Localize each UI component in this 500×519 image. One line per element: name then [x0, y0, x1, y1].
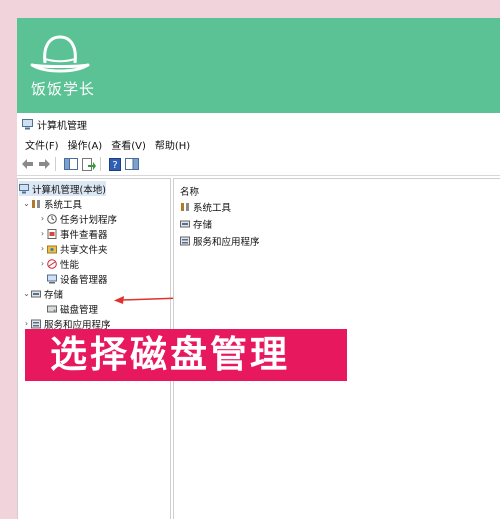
tree-label: 计算机管理(本地) [32, 184, 106, 196]
list-item[interactable]: 服务和应用程序 [180, 234, 260, 248]
svg-text:?: ? [112, 160, 117, 171]
tools-icon [181, 203, 189, 211]
disk-icon [47, 305, 57, 312]
computer-icon [19, 183, 29, 193]
performance-icon [47, 258, 57, 269]
tree-item-root[interactable]: 计算机管理(本地) [19, 181, 106, 196]
toolbar-separator [55, 157, 56, 171]
tree-item-performance[interactable]: › 性能 [38, 256, 79, 271]
chevron-right-icon[interactable]: › [38, 259, 47, 268]
chevron-right-icon[interactable]: › [38, 229, 47, 238]
back-arrow-icon[interactable] [21, 158, 34, 170]
services-icon [180, 236, 190, 246]
help-icon[interactable]: ? [109, 157, 121, 171]
chevron-right-icon[interactable]: › [38, 214, 47, 223]
chevron-down-icon[interactable]: ⌄ [22, 289, 31, 298]
hat-logo-icon [30, 35, 90, 73]
storage-icon [180, 220, 190, 228]
device-manager-icon [47, 274, 57, 283]
brand-banner: 饭饭学长 [17, 18, 500, 113]
tree-label: 磁盘管理 [60, 304, 99, 316]
menu-view[interactable]: 查看(V) [111, 137, 146, 152]
chevron-down-icon[interactable]: ⌄ [22, 199, 31, 208]
tree-item-disk-management[interactable]: 磁盘管理 [47, 301, 98, 316]
tools-icon [32, 199, 40, 208]
chevron-right-icon[interactable]: › [38, 244, 47, 253]
window-titlebar: 计算机管理 [17, 113, 500, 135]
callout-banner: 选择磁盘管理 [25, 329, 347, 381]
tree-label: 共享文件夹 [60, 244, 108, 256]
event-viewer-icon [47, 228, 57, 239]
services-icon [31, 319, 41, 328]
tree-label: 设备管理器 [60, 274, 108, 286]
tree-item-storage[interactable]: ⌄ 存储 [22, 286, 63, 301]
shared-folder-icon [47, 245, 57, 253]
panel-icon[interactable] [125, 158, 139, 170]
tree-item-task-scheduler[interactable]: › 任务计划程序 [38, 211, 117, 226]
clock-icon [47, 213, 57, 224]
column-header-name[interactable]: 名称 [180, 184, 199, 198]
toolbar: ? [17, 153, 500, 176]
menu-bar: 文件(F) 操作(A) 查看(V) 帮助(H) [17, 135, 500, 153]
computer-management-icon [22, 118, 33, 129]
tree-item-event-viewer[interactable]: › 事件查看器 [38, 226, 108, 241]
tree-label: 任务计划程序 [60, 214, 118, 226]
tree-item-device-manager[interactable]: 设备管理器 [38, 271, 108, 286]
tree-label: 性能 [60, 259, 80, 271]
tree-label: 存储 [44, 289, 64, 301]
tree-item-shared-folders[interactable]: › 共享文件夹 [38, 241, 108, 256]
tree-item-system-tools[interactable]: ⌄ 系统工具 [22, 196, 82, 211]
window-title: 计算机管理 [37, 120, 87, 132]
tree-label: 系统工具 [44, 199, 83, 211]
list-item[interactable]: 存储 [180, 217, 212, 231]
menu-action[interactable]: 操作(A) [68, 137, 103, 152]
brand-name: 饭饭学长 [31, 80, 96, 98]
menu-file[interactable]: 文件(F) [25, 137, 59, 152]
storage-icon [31, 290, 41, 297]
screenshot-frame: 饭饭学长 计算机管理 文件(F) 操作(A) 查看(V) 帮助(H) ? 计算机… [17, 18, 500, 519]
chevron-right-icon[interactable]: › [22, 319, 31, 328]
list-item[interactable]: 系统工具 [180, 200, 231, 214]
tree-label: 事件查看器 [60, 229, 108, 241]
list-item-label: 存储 [193, 220, 213, 231]
list-item-label: 系统工具 [193, 203, 232, 214]
toolbar-separator [100, 157, 101, 171]
menu-help[interactable]: 帮助(H) [155, 137, 190, 152]
export-icon[interactable] [82, 157, 96, 171]
list-item-label: 服务和应用程序 [193, 237, 260, 248]
console-tree-icon[interactable] [64, 158, 78, 170]
forward-arrow-icon[interactable] [38, 158, 51, 170]
